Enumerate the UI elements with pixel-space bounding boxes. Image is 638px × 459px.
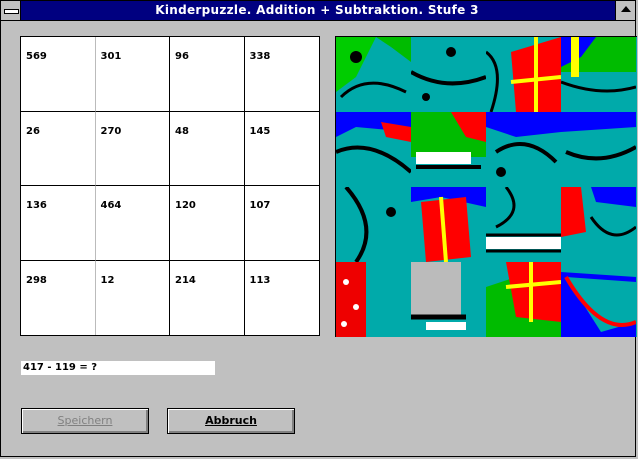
puzzle-tile bbox=[561, 37, 636, 112]
maximize-icon bbox=[621, 6, 631, 12]
grid-cell[interactable]: 26 bbox=[21, 111, 96, 186]
save-button[interactable]: Speichern bbox=[21, 408, 149, 434]
grid-cell[interactable]: 107 bbox=[244, 186, 319, 261]
cancel-button[interactable]: Abbruch bbox=[167, 408, 295, 434]
puzzle-tile bbox=[411, 187, 486, 262]
grid-cell[interactable]: 136 bbox=[21, 186, 96, 261]
title-bar[interactable]: Kinderpuzzle. Addition + Subtraktion. St… bbox=[1, 1, 635, 21]
question-display: 417 - 119 = ? bbox=[21, 361, 215, 375]
grid-cell[interactable]: 569 bbox=[21, 37, 96, 112]
grid-cell[interactable]: 338 bbox=[244, 37, 319, 112]
puzzle-tile bbox=[561, 187, 636, 262]
maximize-button[interactable] bbox=[615, 1, 635, 20]
puzzle-tile bbox=[486, 262, 561, 337]
puzzle-window: Kinderpuzzle. Addition + Subtraktion. St… bbox=[0, 0, 637, 457]
puzzle-tile bbox=[486, 37, 561, 112]
grid-cell[interactable]: 214 bbox=[170, 260, 245, 335]
puzzle-tile bbox=[411, 112, 486, 187]
grid-cell[interactable]: 120 bbox=[170, 186, 245, 261]
grid-cell[interactable]: 113 bbox=[245, 261, 320, 336]
puzzle-tile bbox=[411, 262, 486, 337]
grid-cell[interactable]: 298 bbox=[21, 260, 96, 335]
puzzle-tile bbox=[561, 112, 636, 187]
puzzle-tile bbox=[336, 187, 411, 262]
system-menu-button[interactable] bbox=[1, 1, 21, 20]
cancel-button-label: Abbruch bbox=[205, 414, 257, 427]
grid-cell[interactable]: 48 bbox=[170, 111, 245, 186]
puzzle-tile bbox=[411, 37, 486, 112]
number-grid: 569 301 96 338 26 270 48 145 136 464 120… bbox=[20, 36, 320, 336]
puzzle-tile bbox=[336, 112, 411, 187]
puzzle-tile bbox=[561, 262, 636, 337]
grid-cell[interactable]: 464 bbox=[95, 186, 170, 261]
grid-cell[interactable]: 12 bbox=[96, 260, 170, 335]
puzzle-image bbox=[335, 36, 637, 337]
window-title: Kinderpuzzle. Addition + Subtraktion. St… bbox=[155, 3, 479, 17]
grid-cell[interactable]: 301 bbox=[95, 37, 170, 112]
puzzle-tile bbox=[486, 187, 561, 262]
puzzle-tile bbox=[486, 112, 561, 187]
grid-cell[interactable]: 270 bbox=[95, 111, 170, 186]
puzzle-tile bbox=[336, 37, 411, 112]
system-menu-icon bbox=[4, 9, 19, 14]
grid-cell[interactable]: 96 bbox=[170, 37, 245, 112]
puzzle-tile bbox=[336, 262, 411, 337]
grid-cell[interactable]: 145 bbox=[244, 112, 319, 186]
